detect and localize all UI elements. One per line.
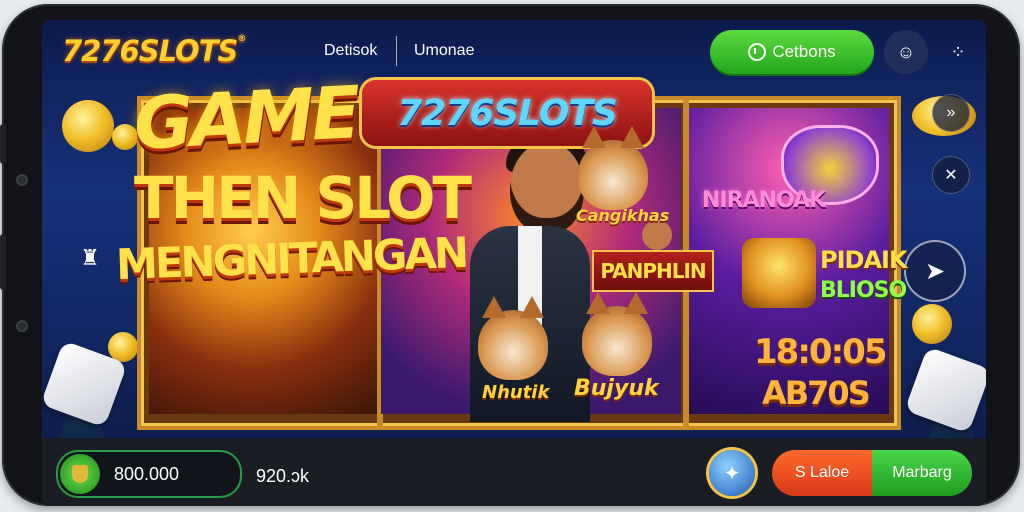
top-bar: 7276SLOTS® Detisok Umonae Cetbons ☺ ⁘ xyxy=(42,20,986,84)
cat-right-label: Bujyuk xyxy=(574,376,659,401)
rocket-icon[interactable]: ✦ xyxy=(709,450,755,496)
promo-tag: PANPHLIN xyxy=(592,250,714,292)
double-chevron-icon[interactable]: » xyxy=(932,94,970,132)
headline-slot: THEN SLOT xyxy=(134,164,472,232)
balance-value: 800.000 xyxy=(114,464,180,484)
lamp-icon: ♜ xyxy=(80,245,100,270)
cat-character-left xyxy=(478,296,548,380)
nav-divider xyxy=(396,36,397,66)
sensor-icon xyxy=(16,320,28,332)
headline-game: GAME xyxy=(131,70,360,166)
countdown-timer: 18:0:05 xyxy=(754,332,887,372)
bottom-bar: 800.000 920.ɔk ✦ S Laloe Marbarg xyxy=(42,438,986,506)
balance-pill[interactable]: 800.000 xyxy=(56,450,242,498)
cat-left-label: Nhutik xyxy=(482,382,550,403)
power-button xyxy=(0,234,6,290)
gold-coin xyxy=(912,304,952,344)
phone-frame: 7276SLOTS® Detisok Umonae Cetbons ☺ ⁘ » … xyxy=(0,4,1020,506)
crossed-tools-icon[interactable]: ✕ xyxy=(932,156,970,194)
volume-button xyxy=(0,124,6,164)
trophy-icon xyxy=(60,454,100,494)
chat-icon[interactable]: ☺ xyxy=(884,30,928,74)
arrow-right-icon[interactable]: ➤ xyxy=(904,240,966,302)
gold-coin xyxy=(62,100,114,152)
right-promo-line1: PIDAIK xyxy=(820,246,908,274)
cta-button[interactable]: Cetbons xyxy=(710,30,874,74)
clock-icon xyxy=(748,43,767,61)
cat-character-right xyxy=(582,292,652,376)
app-logo[interactable]: 7276SLOTS® xyxy=(62,34,246,68)
nav-link-detisok[interactable]: Detisok xyxy=(324,42,377,60)
lynx-label: Cangikhas xyxy=(576,206,670,225)
camera-icon xyxy=(16,174,28,186)
promo-code: AB70S xyxy=(762,374,871,412)
banner-logo: 7276SLOTS xyxy=(362,80,652,146)
action-pill: S Laloe Marbarg xyxy=(772,450,972,496)
host-character xyxy=(510,142,584,234)
right-panel-title: NIRANOAK xyxy=(702,188,826,213)
secondary-value: 920.ɔk xyxy=(256,466,310,486)
grid-menu-icon[interactable]: ⁘ xyxy=(936,30,980,74)
lynx-character xyxy=(578,126,648,210)
action-right-button[interactable]: Marbarg xyxy=(872,450,972,496)
right-promo-line2: BLIOSO xyxy=(820,278,907,303)
game-screen: 7276SLOTS® Detisok Umonae Cetbons ☺ ⁘ » … xyxy=(42,20,986,506)
action-left-button[interactable]: S Laloe xyxy=(772,450,872,496)
nav-link-umonae[interactable]: Umonae xyxy=(414,42,474,60)
cta-label: Cetbons xyxy=(772,42,836,61)
treasure-chest-icon xyxy=(742,238,816,308)
